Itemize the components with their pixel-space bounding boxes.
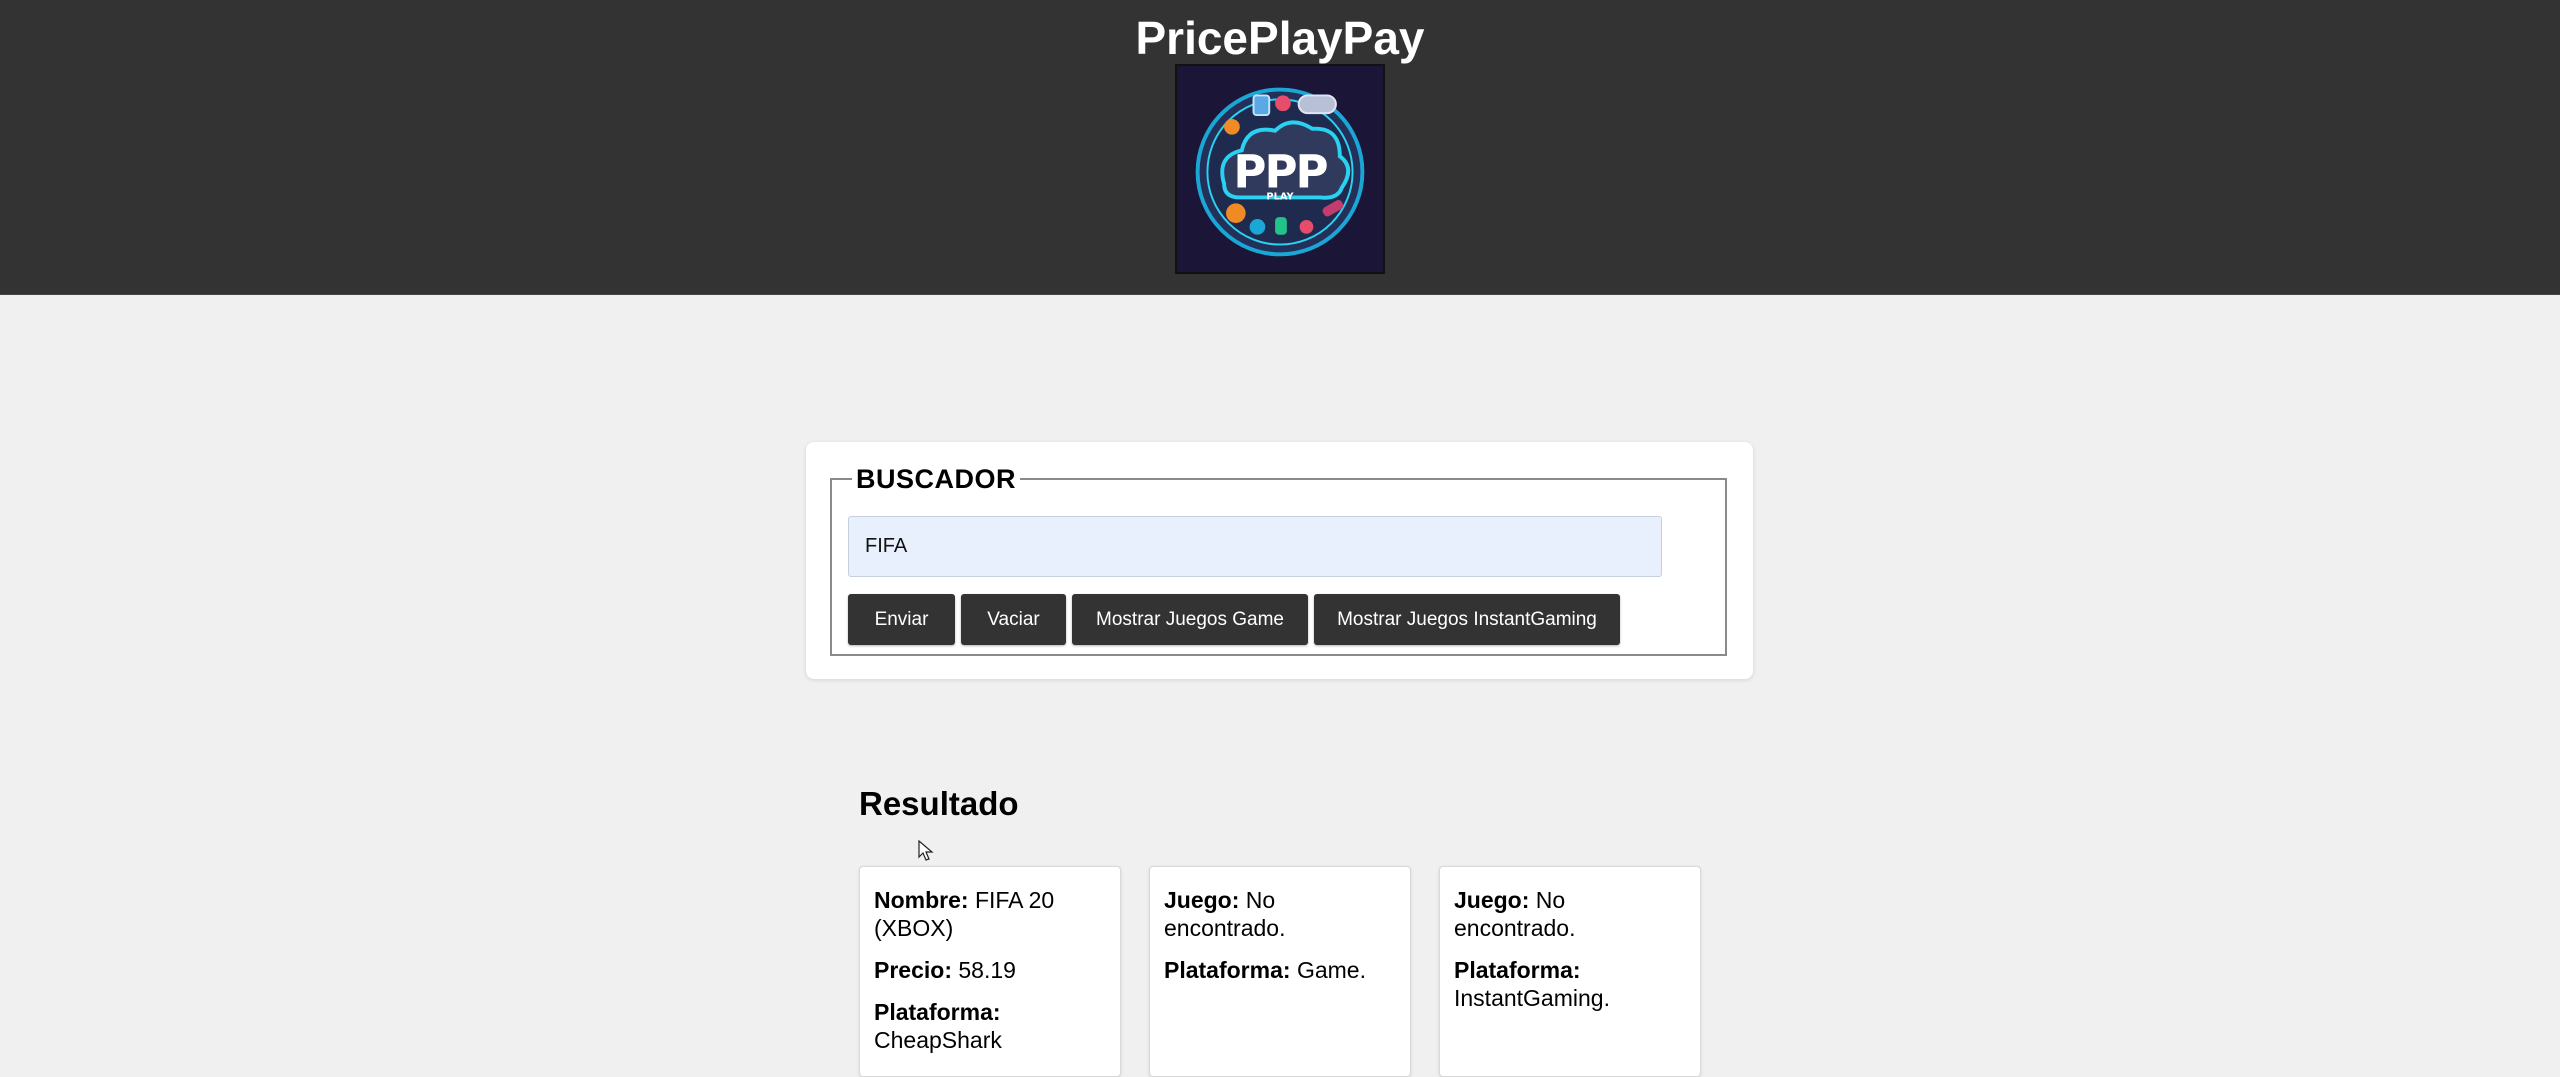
result-game: Juego: No encontrado. [1454,887,1576,941]
result-card-game: Juego: No encontrado. Plataforma: Game. [1149,866,1411,1077]
clear-button[interactable]: Vaciar [961,594,1066,645]
result-name: Nombre: FIFA 20 (XBOX) [874,887,1055,941]
search-input[interactable] [848,516,1662,577]
result-card-instantgaming: Juego: No encontrado. Plataforma: Instant… [1439,866,1701,1077]
result-platform: Plataforma: CheapShark [874,999,1002,1053]
search-legend: BUSCADOR [852,462,1021,496]
submit-button[interactable]: Enviar [848,594,955,645]
result-card-cheapshark: Nombre: FIFA 20 (XBOX) Precio: 58.19 Pla… [859,866,1121,1077]
show-instantgaming-button[interactable]: Mostrar Juegos InstantGaming [1314,594,1620,645]
site-title: PricePlayPay [1135,12,1425,64]
result-platform: Plataforma: Game. [1164,957,1366,983]
results-title: Resultado [859,785,1019,822]
mouse-cursor-icon [918,840,934,861]
show-game-button[interactable]: Mostrar Juegos Game [1072,594,1308,645]
svg-text:PLAY: PLAY [1266,191,1294,202]
result-platform: Plataforma: InstantGaming. [1454,957,1610,1011]
site-logo: PPP PLAY [1175,64,1385,274]
site-header: PricePlayPay PPP PLAY [0,0,2560,295]
search-fieldset: BUSCADOR Enviar Vaciar Mostrar Juegos Ga… [830,462,1727,656]
result-price: Precio: 58.19 [874,957,1016,983]
search-button-row: Enviar Vaciar Mostrar Juegos Game Mostra… [848,594,1620,645]
result-game: Juego: No encontrado. [1164,887,1286,941]
search-card: BUSCADOR Enviar Vaciar Mostrar Juegos Ga… [806,442,1753,679]
